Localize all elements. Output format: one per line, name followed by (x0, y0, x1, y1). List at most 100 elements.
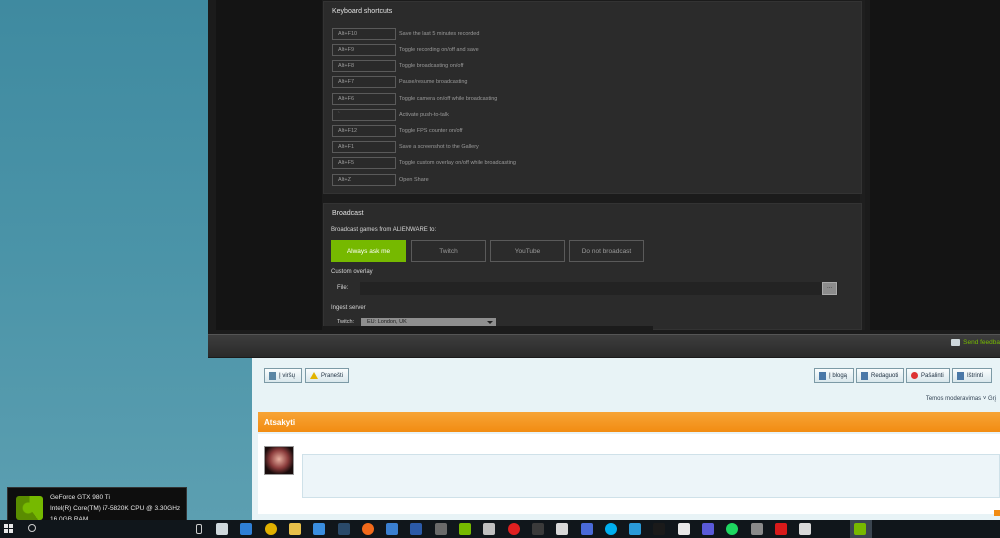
to-top-button[interactable]: Į viršų (264, 368, 302, 383)
avatar[interactable] (264, 446, 294, 475)
window-icon[interactable] (556, 523, 569, 535)
to-blog-button[interactable]: Į blogą (814, 368, 854, 383)
to-blog-label: Į blogą (829, 372, 848, 379)
speech-bubble-icon (951, 339, 961, 346)
erase-button[interactable]: Ištrinti (952, 368, 992, 383)
shortcut-key-field[interactable]: Alt+F1 (332, 141, 396, 153)
shortcut-row: Alt+F9 Toggle recording on/off and save (332, 43, 479, 57)
warning-icon (310, 372, 318, 379)
edit-label: Redaguoti (871, 372, 899, 379)
edge-icon[interactable] (240, 523, 253, 535)
mail-icon[interactable] (629, 523, 642, 535)
forum-page: Į viršų Pranešti Į blogą Redaguoti Pašal… (252, 358, 1000, 520)
shortcut-description: Open Share (399, 177, 429, 183)
task-view-icon[interactable] (216, 523, 228, 535)
youtube-button[interactable]: YouTube (490, 240, 565, 262)
chrome-icon[interactable] (264, 523, 277, 535)
file-path-field[interactable] (360, 282, 838, 295)
shortcut-key-field[interactable]: Alt+F6 (332, 93, 396, 105)
post-toolbar: Į viršų Pranešti Į blogą Redaguoti Pašal… (260, 368, 1000, 386)
page-icon (269, 371, 276, 380)
origin-icon[interactable] (361, 523, 374, 535)
phone-icon[interactable] (702, 523, 714, 535)
send-feedback-label: Send feedba (963, 339, 1000, 346)
shortcut-row: ` Activate push-to-talk (332, 108, 449, 122)
screenshot-icon[interactable] (677, 523, 690, 535)
shortcut-description: Pause/resume broadcasting (399, 79, 468, 85)
shortcut-key-field[interactable]: Alt+F7 (332, 76, 396, 88)
erase-label: Ištrinti (967, 372, 984, 379)
app-icon[interactable] (386, 523, 399, 535)
steam-icon[interactable] (337, 523, 350, 535)
skype-icon[interactable] (604, 523, 617, 535)
always-ask-button[interactable]: Always ask me (331, 240, 406, 262)
shortcut-key-field[interactable]: Alt+F12 (332, 125, 396, 137)
shortcut-description: Toggle recording on/off and save (399, 47, 479, 53)
printer-icon[interactable] (799, 523, 812, 535)
reply-post (258, 434, 1000, 514)
topic-moderation-menu[interactable]: Temos moderavimas ˅ Grį (926, 396, 996, 402)
shortcut-key-field[interactable]: Alt+F5 (332, 157, 396, 169)
shortcut-description: Toggle camera on/off while broadcasting (399, 96, 498, 102)
shortcut-key-field[interactable]: Alt+Z (332, 174, 396, 186)
delete-icon (911, 372, 918, 379)
to-top-label: Į viršų (279, 372, 296, 379)
edit-icon (861, 371, 868, 380)
bug-icon[interactable] (483, 523, 496, 535)
tv-icon[interactable] (410, 523, 423, 535)
nvidia-icon[interactable] (459, 523, 471, 535)
window-bottom-bar (208, 334, 1000, 357)
start-button[interactable] (4, 524, 13, 533)
shortcut-key-field[interactable]: Alt+F8 (332, 60, 396, 72)
edit-button[interactable]: Redaguoti (856, 368, 904, 383)
keyboard-shortcuts-panel: Keyboard shortcuts Alt+F10 Save the last… (323, 1, 862, 194)
blog-icon (819, 371, 826, 380)
geforce-icon[interactable] (854, 523, 866, 535)
shortcut-key-field[interactable]: ` (332, 109, 396, 121)
report-label: Pranešti (321, 372, 344, 379)
twitch-label: Twitch: (337, 319, 355, 325)
send-feedback-link[interactable]: Send feedba (951, 339, 1000, 346)
red-app-icon[interactable] (774, 523, 787, 535)
comment-icon (957, 371, 964, 380)
ingest-server-value: EU: London, UK (367, 319, 407, 325)
camera-icon[interactable] (531, 523, 544, 535)
taskbar (0, 520, 1000, 538)
reply-textbox[interactable] (302, 454, 1000, 498)
twitch-button[interactable]: Twitch (411, 240, 486, 262)
shortcut-row: Alt+F6 Toggle camera on/off while broadc… (332, 92, 497, 106)
media-icon[interactable] (653, 523, 666, 535)
shortcut-key-field[interactable]: Alt+F9 (332, 44, 396, 56)
blue-app-icon[interactable] (580, 523, 593, 535)
keyboard-shortcuts-title: Keyboard shortcuts (332, 8, 393, 15)
shortcut-description: Toggle broadcasting on/off (399, 63, 464, 69)
shortcut-row: Alt+F1 Save a screenshot to the Gallery (332, 140, 479, 154)
right-pane (870, 0, 1000, 330)
shortcut-row: Alt+F8 Toggle broadcasting on/off (332, 59, 463, 73)
broadcast-title: Broadcast (332, 210, 364, 217)
speaker-icon[interactable] (750, 523, 763, 535)
file-label: File: (337, 285, 349, 291)
shortcut-description: Save the last 5 minutes recorded (399, 31, 480, 37)
wot-icon[interactable] (434, 523, 447, 535)
panel-cutoff (323, 326, 653, 332)
shortcut-row: Alt+F12 Toggle FPS counter on/off (332, 124, 463, 138)
file-explorer-icon[interactable] (288, 523, 301, 535)
do-not-broadcast-button[interactable]: Do not broadcast (569, 240, 644, 262)
store-icon[interactable] (313, 523, 326, 535)
shortcut-row: Alt+F7 Pause/resume broadcasting (332, 75, 467, 89)
custom-overlay-label: Custom overlay (331, 269, 373, 275)
chevron-down-icon (487, 321, 493, 324)
browse-file-button[interactable]: ... (822, 282, 837, 295)
shortcut-key-field[interactable]: Alt+F10 (332, 28, 396, 40)
microphone-icon[interactable] (196, 524, 202, 534)
report-button[interactable]: Pranešti (305, 368, 349, 383)
search-icon[interactable] (28, 524, 36, 532)
delete-label: Pašalinti (921, 372, 944, 379)
spotify-icon[interactable] (726, 523, 739, 535)
ingest-server-label: Ingest server (331, 305, 366, 311)
shortcut-description: Save a screenshot to the Gallery (399, 144, 479, 150)
delete-button[interactable]: Pašalinti (906, 368, 950, 383)
shortcut-description: Toggle custom overlay on/off while broad… (399, 160, 516, 166)
record-icon[interactable] (507, 523, 520, 535)
